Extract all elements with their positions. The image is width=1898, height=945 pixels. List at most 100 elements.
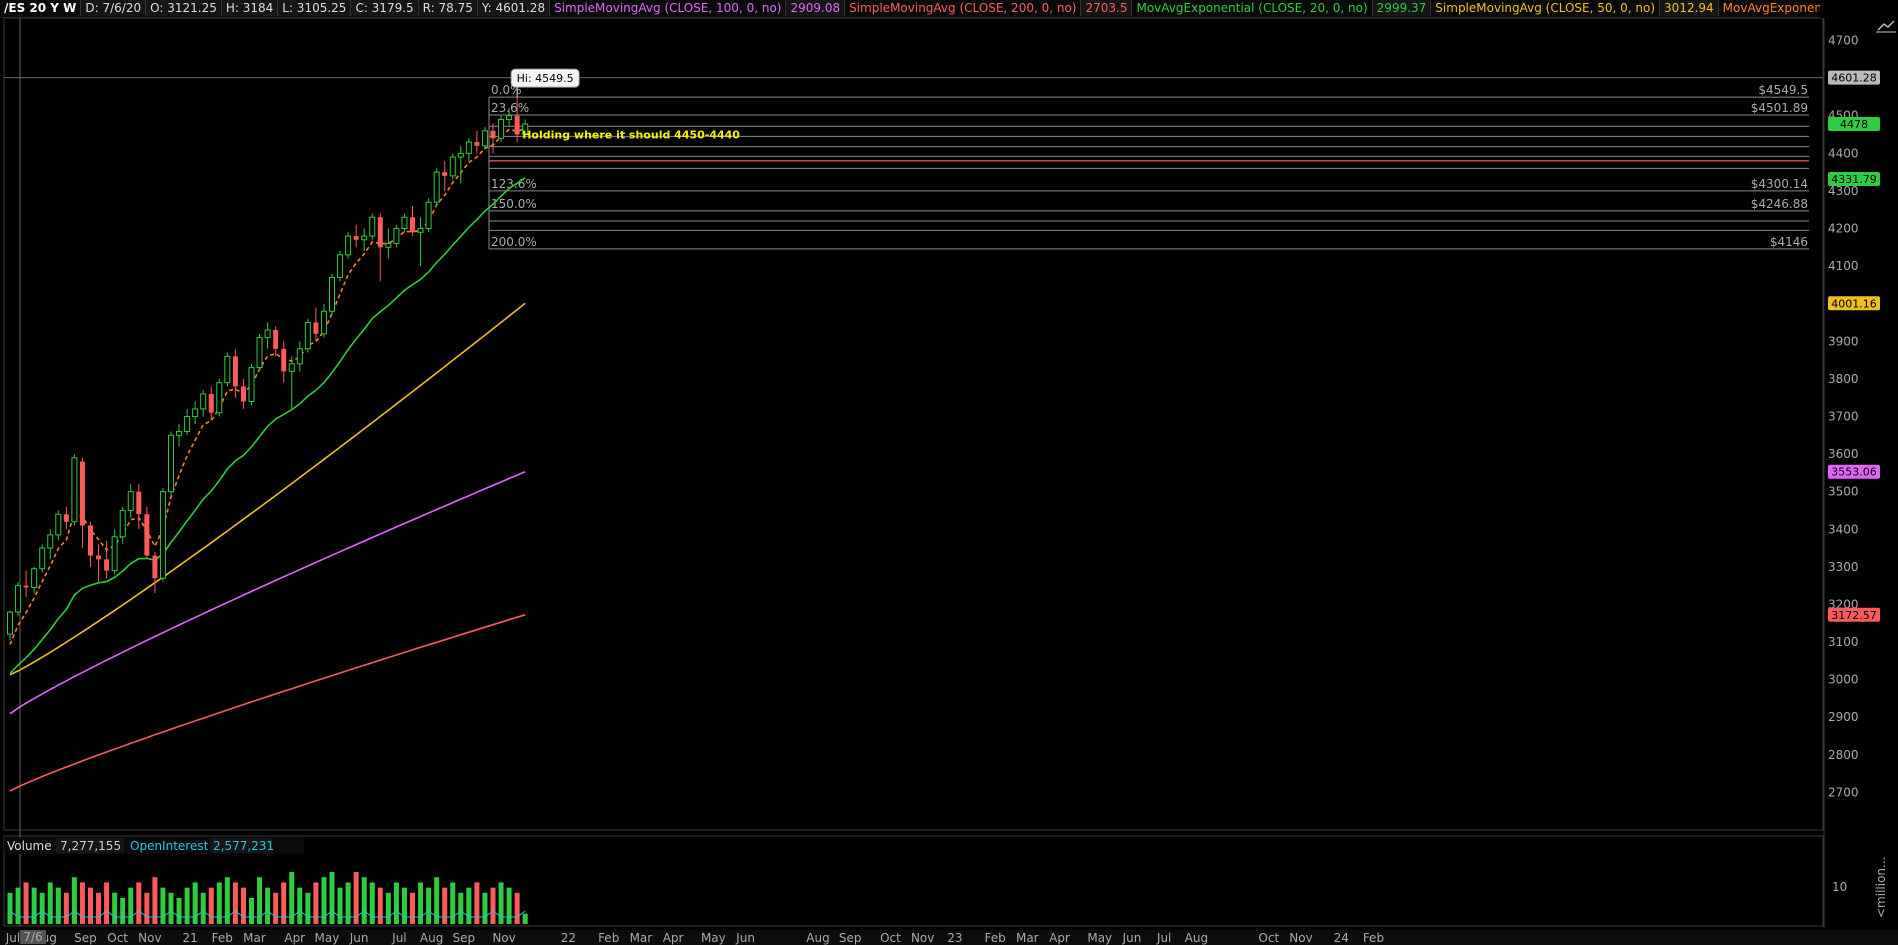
x-tick-label: Sep [839, 931, 862, 945]
candle-body [433, 171, 440, 203]
high-callout-label: Hi: 4549.5 [517, 72, 574, 85]
volume-header: Volume 7,277,155 OpenInterest 2,577,231 [4, 837, 304, 854]
study-label-0[interactable]: SimpleMovingAvg (CLOSE, 100, 0, no) [550, 0, 787, 16]
volume-bar [522, 913, 528, 924]
candle [369, 213, 376, 240]
volume-bar [281, 882, 287, 924]
candle [465, 138, 472, 161]
volume-bar [144, 892, 150, 924]
chart-area[interactable]: 2700 2800 2900 3000 3100 3200 3300 3400 3500 3600… [0, 18, 1898, 945]
candle-body [442, 172, 448, 176]
price-badge-label: 4601.28 [1831, 72, 1877, 85]
candle [31, 566, 38, 594]
study-label-3[interactable]: SimpleMovingAvg (CLOSE, 50, 0, no) [1431, 0, 1661, 16]
candle [184, 408, 191, 436]
candle [264, 322, 271, 349]
candle [71, 454, 78, 526]
volume-bar [120, 898, 126, 924]
fib-level-price: $4146 [1770, 235, 1808, 249]
candle [136, 484, 142, 530]
volume-bar [337, 887, 343, 924]
candle-body [7, 611, 13, 635]
volume-bar [63, 892, 69, 924]
fib-level-price: $4246.88 [1751, 197, 1808, 211]
volume-bar [79, 882, 85, 924]
candle [104, 540, 110, 579]
y-tick-label: 3600 [1828, 447, 1859, 461]
candle [296, 341, 303, 372]
candle-body [71, 457, 78, 523]
candle [248, 363, 255, 406]
volume-bar [466, 887, 472, 924]
candle [417, 217, 424, 267]
volume-bar [240, 887, 246, 924]
x-tick-label: Apr [284, 931, 305, 945]
candle [23, 570, 29, 597]
symbol-label[interactable]: /ES 20 Y W [0, 0, 82, 16]
volume-bar [514, 892, 520, 924]
candle [176, 424, 183, 447]
x-tick-label: 24 [1334, 931, 1349, 945]
price-badge-label: 3172.57 [1831, 609, 1877, 622]
x-tick-label: Mar [1016, 931, 1039, 945]
x-tick-label: Apr [1049, 931, 1070, 945]
x-tick-label: May [315, 931, 340, 945]
moving-average-line-3 [9, 302, 526, 676]
study-label-2[interactable]: MovAvgExponential (CLOSE, 20, 0, no) [1132, 0, 1373, 16]
volume-bar [23, 882, 29, 924]
volume-bar [329, 872, 335, 924]
volume-bar [160, 887, 166, 924]
candle-body [136, 491, 142, 515]
x-tick-label: 22 [561, 931, 576, 945]
study-label-1[interactable]: SimpleMovingAvg (CLOSE, 200, 0, no) [845, 0, 1082, 16]
candle [449, 153, 456, 180]
candle-body [55, 513, 62, 536]
volume-bar [426, 887, 432, 924]
candle [401, 213, 408, 233]
candle-body [111, 536, 118, 572]
candle-body [88, 525, 93, 556]
volume-scale-label: 10 [1832, 880, 1847, 894]
candle-body [63, 514, 69, 522]
candle [498, 115, 505, 143]
volume-bar [361, 877, 367, 924]
candle-body [216, 382, 223, 414]
x-tick-label: Oct [107, 931, 128, 945]
candle-body [192, 408, 199, 417]
volume-bar [401, 887, 407, 924]
volume-bar [297, 887, 303, 924]
volume-bar [15, 887, 21, 924]
candle [216, 378, 223, 417]
candle-body [144, 514, 150, 556]
candle-body [184, 415, 191, 433]
volume-bar [482, 892, 488, 924]
x-tick-label: Sep [74, 931, 97, 945]
x-tick-label: Sep [452, 931, 475, 945]
candle [152, 551, 158, 594]
chart-header: /ES 20 Y W D: 7/6/20 O: 3121.25 H: 3184 L: 3… [0, 0, 1820, 18]
candle-body [248, 367, 255, 402]
candle [337, 251, 344, 282]
candle-body [176, 431, 183, 436]
price-badge-label: 4478 [1840, 118, 1868, 131]
volume-bar [88, 887, 93, 924]
candle-body [127, 491, 134, 511]
volume-bar [410, 892, 415, 924]
study-label-4[interactable]: MovAvgExponential (CLOSE... [1719, 0, 1820, 16]
x-tick-label: 23 [947, 931, 962, 945]
x-tick-label: Jun [735, 931, 755, 945]
candle [192, 401, 199, 424]
candle [410, 205, 415, 237]
fib-level-price: $4501.89 [1751, 101, 1808, 115]
volume-bar [369, 882, 375, 924]
price-plot-frame [3, 18, 1824, 831]
volume-bar [39, 892, 45, 924]
candle [79, 457, 85, 549]
candle-body [449, 156, 456, 177]
candle-body [481, 130, 488, 147]
price-chart-svg[interactable]: 2700280029003000310032003300340035003600… [0, 18, 1898, 945]
y-tick-label: 3300 [1828, 560, 1859, 574]
candle-body [79, 461, 85, 526]
candle-body [506, 115, 513, 120]
fib-level-price: $4300.14 [1751, 177, 1808, 191]
